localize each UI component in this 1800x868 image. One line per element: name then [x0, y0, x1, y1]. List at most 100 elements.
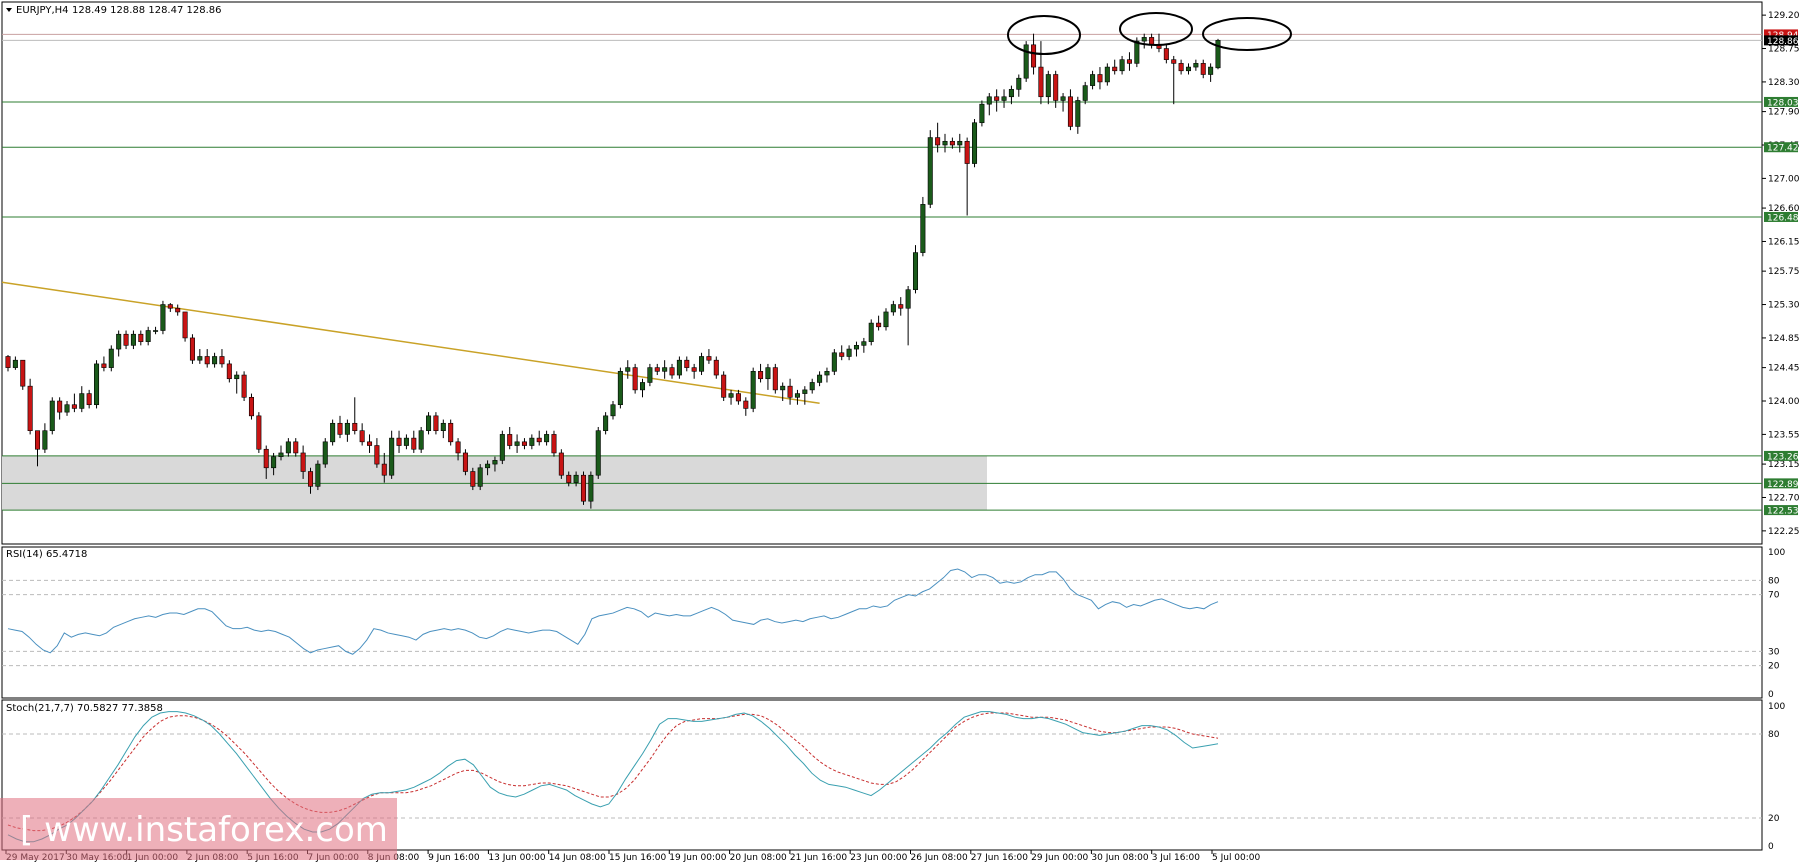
candle-body — [153, 330, 159, 332]
candle-body — [403, 437, 409, 446]
candle-body — [226, 363, 232, 380]
candle-body — [116, 333, 122, 350]
price-tick-label: 127.90 — [1768, 108, 1800, 118]
level-tag-text: 128.03 — [1767, 98, 1799, 108]
candle — [920, 196, 926, 257]
candle-body — [1075, 100, 1081, 127]
watermark-text: [ www.instaforex.com ] — [20, 810, 412, 850]
candle — [1215, 38, 1221, 70]
time-tick-label: 5 Jul 00:00 — [1212, 853, 1261, 863]
candle-body — [440, 422, 446, 431]
candle-body — [57, 400, 63, 413]
candle-body — [846, 348, 852, 357]
candle — [160, 300, 166, 335]
candle-body — [1141, 37, 1147, 42]
candle-body — [1060, 96, 1066, 101]
candle-body — [883, 311, 889, 328]
candle-body — [204, 356, 210, 365]
candle — [972, 119, 978, 168]
candle-body — [49, 400, 55, 431]
candle-body — [1112, 66, 1118, 72]
rsi-tick-label: 80 — [1768, 576, 1780, 586]
time-tick-label: 27 Jun 16:00 — [971, 853, 1028, 863]
level-tag-text: 123.26 — [1767, 452, 1799, 462]
candle-body — [307, 471, 314, 487]
time-tick-label: 26 Jun 08:00 — [911, 853, 968, 863]
price-tick-label: 128.30 — [1768, 78, 1800, 88]
candle-body — [617, 371, 623, 406]
candle-body — [477, 467, 483, 487]
candle-body — [1023, 44, 1029, 79]
candle-body — [728, 393, 734, 398]
candle-body — [300, 452, 306, 472]
candle-body — [1082, 85, 1088, 101]
candle-body — [212, 356, 218, 365]
candle-body — [12, 359, 18, 368]
candle — [248, 393, 254, 420]
candle-body — [5, 356, 11, 368]
candle-body — [603, 415, 609, 431]
candle-body — [1067, 96, 1073, 127]
stoch-tick-label: 0 — [1768, 842, 1774, 852]
candle — [448, 419, 454, 446]
candle-body — [654, 367, 660, 372]
candle-body — [639, 382, 646, 391]
price-tick-label: 122.25 — [1768, 527, 1800, 537]
candle-body — [588, 474, 594, 502]
candle — [389, 430, 395, 479]
candle — [580, 471, 587, 505]
candle-body — [699, 356, 705, 372]
time-tick-label: 3 Jul 16:00 — [1152, 853, 1201, 863]
candle-body — [536, 437, 542, 443]
candle-body — [293, 441, 299, 454]
candle-body — [551, 434, 557, 454]
candle-body — [1097, 74, 1103, 83]
price-tick-label: 125.75 — [1768, 267, 1800, 277]
candle-body — [1134, 40, 1140, 64]
candle-body — [809, 382, 815, 391]
candle-body — [1001, 96, 1007, 101]
candle — [912, 245, 919, 294]
candle-body — [278, 452, 284, 457]
price-tick-label: 129.20 — [1768, 11, 1800, 21]
candle-body — [706, 356, 712, 361]
candle-body — [145, 330, 151, 342]
candle — [418, 426, 424, 453]
candle-body — [374, 445, 380, 465]
candle-body — [625, 367, 631, 372]
rsi-tick-label: 20 — [1768, 662, 1780, 672]
time-tick-label: 19 Jun 00:00 — [669, 853, 726, 863]
candle-body — [1200, 63, 1206, 75]
candle — [979, 100, 985, 127]
candle-body — [182, 311, 188, 339]
candle-body — [942, 140, 948, 146]
candle-body — [27, 385, 33, 431]
candle-body — [573, 474, 579, 483]
candle-body — [359, 430, 365, 443]
candle-body — [1090, 74, 1096, 86]
candle-body — [234, 374, 240, 380]
candle-body — [669, 367, 675, 376]
rsi-tick-label: 70 — [1768, 591, 1780, 601]
time-tick-label: 13 Jun 00:00 — [488, 853, 545, 863]
candle-body — [285, 441, 291, 454]
candle — [477, 464, 483, 491]
candle-body — [853, 345, 859, 350]
candle-body — [514, 441, 520, 446]
candle-body — [411, 437, 417, 450]
candle-body — [108, 348, 114, 368]
candle-body — [721, 374, 727, 398]
candle-body — [905, 289, 911, 309]
candle-body — [101, 363, 107, 368]
candle — [27, 378, 33, 435]
candle-body — [256, 415, 262, 450]
candle-body — [912, 252, 919, 290]
candle-body — [448, 422, 454, 443]
candle-body — [684, 359, 690, 368]
candle — [182, 311, 188, 342]
candle-body — [1104, 66, 1110, 83]
eurjpy-h4-chart[interactable]: 129.20128.75128.30127.90127.45127.00126.… — [0, 0, 1800, 868]
candle-body — [499, 434, 505, 461]
candle — [558, 449, 564, 479]
candle-body — [949, 140, 955, 146]
